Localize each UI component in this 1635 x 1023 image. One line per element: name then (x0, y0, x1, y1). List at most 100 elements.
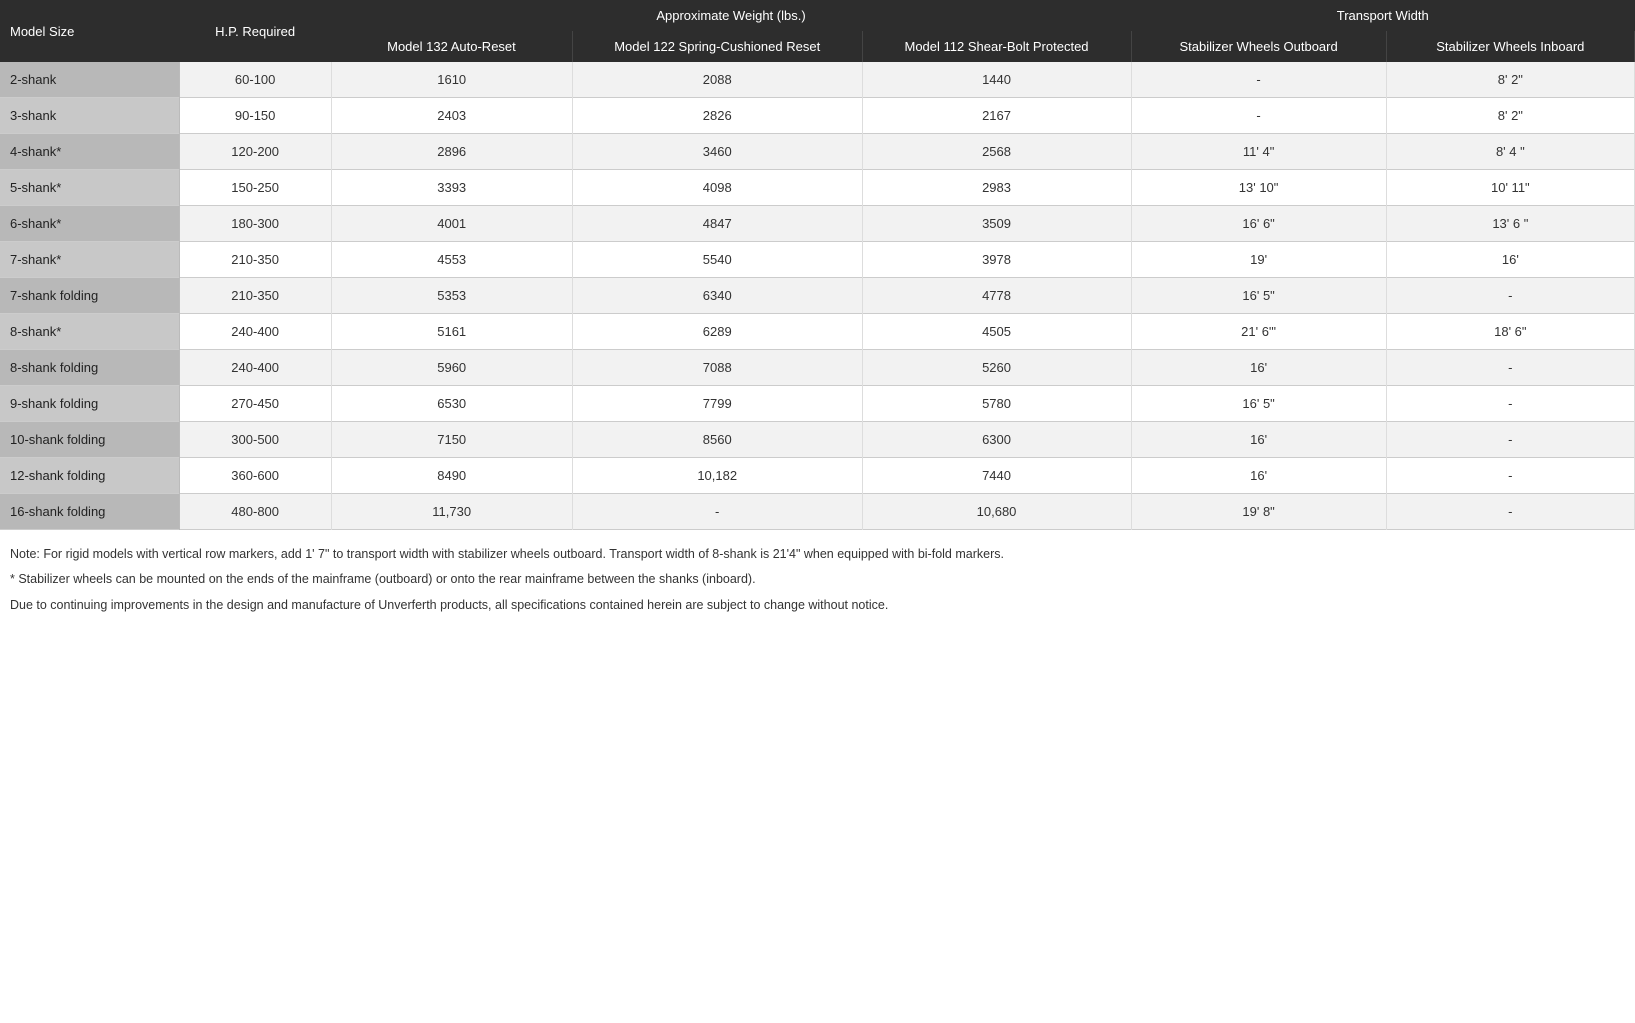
table-row: 10-shank folding300-50071508560630016'- (0, 422, 1635, 458)
table-cell: 210-350 (179, 242, 331, 278)
table-cell: 13' 6 " (1386, 206, 1634, 242)
table-row: 12-shank folding360-600849010,182744016'… (0, 458, 1635, 494)
table-cell: 9-shank folding (0, 386, 179, 422)
table-cell: 8490 (331, 458, 572, 494)
table-cell: 6300 (862, 422, 1131, 458)
table-cell: 16-shank folding (0, 494, 179, 530)
table-cell: 8560 (572, 422, 862, 458)
table-row: 7-shank*210-35045535540397819'16' (0, 242, 1635, 278)
col-inboard-header: Stabilizer Wheels Inboard (1386, 31, 1634, 62)
table-cell: 2-shank (0, 62, 179, 98)
table-cell: 16' (1131, 422, 1386, 458)
table-cell: 16' 5" (1131, 278, 1386, 314)
table-cell: 6340 (572, 278, 862, 314)
table-cell: 11,730 (331, 494, 572, 530)
table-cell: 2088 (572, 62, 862, 98)
table-cell: 2983 (862, 170, 1131, 206)
table-cell: 6289 (572, 314, 862, 350)
table-cell: 4847 (572, 206, 862, 242)
table-cell: 16' 6" (1131, 206, 1386, 242)
table-cell: 2826 (572, 98, 862, 134)
table-cell: 7150 (331, 422, 572, 458)
table-cell: 12-shank folding (0, 458, 179, 494)
table-cell: 2403 (331, 98, 572, 134)
table-cell: 16' (1131, 458, 1386, 494)
table-cell: 3-shank (0, 98, 179, 134)
hp-header: H.P. Required (179, 0, 331, 62)
group-header-row: Model Size H.P. Required Approximate Wei… (0, 0, 1635, 31)
table-cell: - (572, 494, 862, 530)
table-cell: 16' (1386, 242, 1634, 278)
table-cell: 7799 (572, 386, 862, 422)
table-cell: 7-shank folding (0, 278, 179, 314)
table-cell: 300-500 (179, 422, 331, 458)
table-cell: - (1386, 494, 1634, 530)
model-size-header: Model Size (0, 0, 179, 62)
table-cell: 60-100 (179, 62, 331, 98)
table-cell: 480-800 (179, 494, 331, 530)
table-cell: 5353 (331, 278, 572, 314)
table-row: 8-shank*240-40051616289450521' 6'"18' 6" (0, 314, 1635, 350)
table-cell: 1610 (331, 62, 572, 98)
table-row: 8-shank folding240-40059607088526016'- (0, 350, 1635, 386)
weight-group-header: Approximate Weight (lbs.) (331, 0, 1131, 31)
table-cell: 5260 (862, 350, 1131, 386)
table-row: 4-shank*120-20028963460256811' 4"8' 4 " (0, 134, 1635, 170)
table-row: 3-shank90-150240328262167-8' 2" (0, 98, 1635, 134)
table-cell: 5-shank* (0, 170, 179, 206)
table-body: 2-shank60-100161020881440-8' 2"3-shank90… (0, 62, 1635, 530)
table-cell: 3460 (572, 134, 862, 170)
table-cell: 6-shank* (0, 206, 179, 242)
table-cell: 3393 (331, 170, 572, 206)
table-cell: - (1131, 98, 1386, 134)
col-122-header: Model 122 Spring-Cushioned Reset (572, 31, 862, 62)
table-cell: 19' 8" (1131, 494, 1386, 530)
table-cell: 8-shank* (0, 314, 179, 350)
table-cell: 8' 2" (1386, 62, 1634, 98)
table-cell: 360-600 (179, 458, 331, 494)
col-132-header: Model 132 Auto-Reset (331, 31, 572, 62)
transport-group-header: Transport Width (1131, 0, 1634, 31)
table-cell: 3509 (862, 206, 1131, 242)
table-cell: 270-450 (179, 386, 331, 422)
table-cell: 4778 (862, 278, 1131, 314)
table-cell: 7440 (862, 458, 1131, 494)
table-cell: 3978 (862, 242, 1131, 278)
table-cell: 16' (1131, 350, 1386, 386)
table-cell: 10-shank folding (0, 422, 179, 458)
table-cell: - (1386, 350, 1634, 386)
table-cell: 5780 (862, 386, 1131, 422)
table-cell: 4-shank* (0, 134, 179, 170)
table-cell: 180-300 (179, 206, 331, 242)
table-cell: 150-250 (179, 170, 331, 206)
table-cell: 18' 6" (1386, 314, 1634, 350)
table-cell: 2896 (331, 134, 572, 170)
table-cell: 6530 (331, 386, 572, 422)
table-row: 2-shank60-100161020881440-8' 2" (0, 62, 1635, 98)
table-cell: 8' 2" (1386, 98, 1634, 134)
table-row: 9-shank folding270-45065307799578016' 5"… (0, 386, 1635, 422)
table-cell: 240-400 (179, 314, 331, 350)
specifications-table: Model Size H.P. Required Approximate Wei… (0, 0, 1635, 530)
table-cell: - (1131, 62, 1386, 98)
note-text: Note: For rigid models with vertical row… (10, 544, 1625, 565)
col-outboard-header: Stabilizer Wheels Outboard (1131, 31, 1386, 62)
table-row: 16-shank folding480-80011,730-10,68019' … (0, 494, 1635, 530)
table-cell: 16' 5" (1131, 386, 1386, 422)
table-cell: 11' 4" (1131, 134, 1386, 170)
table-row: 6-shank*180-30040014847350916' 6"13' 6 " (0, 206, 1635, 242)
table-cell: 4001 (331, 206, 572, 242)
table-cell: 8' 4 " (1386, 134, 1634, 170)
main-container: Model Size H.P. Required Approximate Wei… (0, 0, 1635, 1023)
table-cell: 7-shank* (0, 242, 179, 278)
table-cell: 5960 (331, 350, 572, 386)
table-row: 5-shank*150-25033934098298313' 10"10' 11… (0, 170, 1635, 206)
table-cell: - (1386, 386, 1634, 422)
table-cell: 90-150 (179, 98, 331, 134)
table-cell: 21' 6'" (1131, 314, 1386, 350)
table-cell: 240-400 (179, 350, 331, 386)
table-cell: 4505 (862, 314, 1131, 350)
table-cell: - (1386, 278, 1634, 314)
table-cell: 19' (1131, 242, 1386, 278)
table-cell: 10,680 (862, 494, 1131, 530)
